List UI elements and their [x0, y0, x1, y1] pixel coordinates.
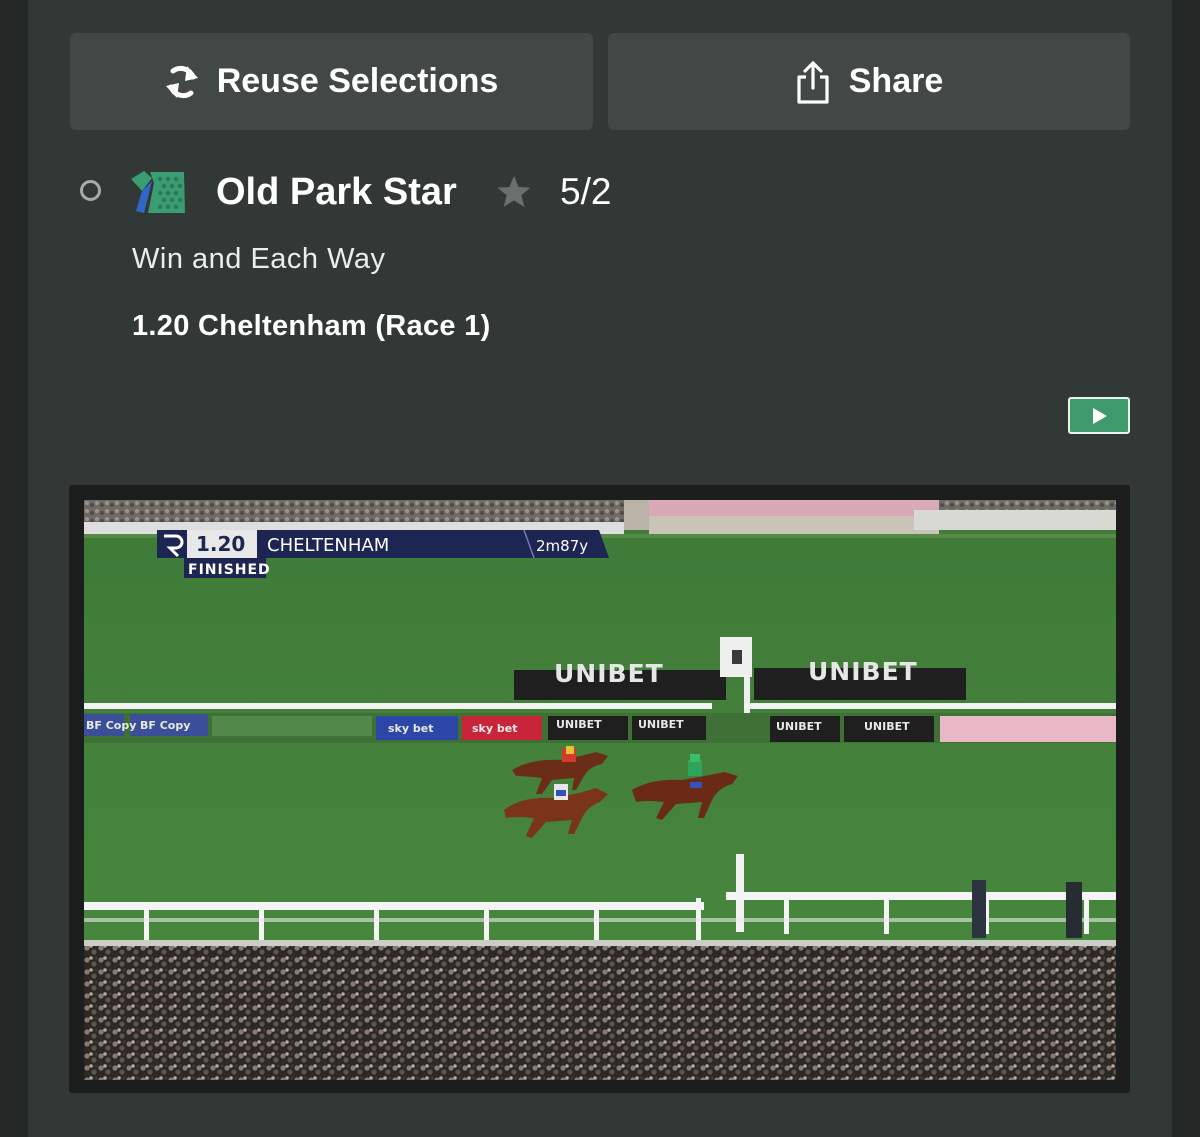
sponsor-board-text: UNIBET [808, 657, 918, 686]
svg-text:UNIBET: UNIBET [638, 718, 684, 731]
reuse-selections-label: Reuse Selections [216, 62, 499, 100]
left-gutter [0, 0, 28, 1137]
play-replay-button[interactable] [1068, 397, 1130, 434]
bet-type: Win and Each Way [132, 243, 386, 275]
race-name: 1.20 Cheltenham (Race 1) [132, 310, 491, 342]
overlay-distance: 2m87y [536, 537, 588, 555]
svg-text:UNIBET: UNIBET [776, 720, 822, 733]
reuse-selections-button[interactable]: Reuse Selections [70, 33, 593, 130]
play-icon [1093, 407, 1107, 424]
runner-name: Old Park Star [216, 171, 457, 213]
share-button[interactable]: Share [608, 33, 1130, 130]
jockey-silks-icon [131, 171, 185, 213]
race-replay-video[interactable]: 1.20 CHELTENHAM 2m87y FINISHED UNIBET UN… [84, 500, 1116, 1080]
overlay-race-time: 1.20 [196, 532, 245, 556]
selection-radio[interactable] [80, 180, 101, 201]
refresh-icon [165, 62, 199, 102]
svg-text:sky bet: sky bet [472, 722, 517, 735]
right-gutter [1172, 0, 1200, 1137]
svg-text:UNIBET: UNIBET [864, 720, 910, 733]
overlay-course: CHELTENHAM [267, 535, 389, 556]
svg-text:UNIBET: UNIBET [556, 718, 602, 731]
overlay-status: FINISHED [188, 562, 271, 578]
sponsor-board-text: UNIBET [554, 659, 664, 688]
share-icon [795, 60, 831, 104]
near-crowd [84, 946, 1116, 1080]
star-icon[interactable] [496, 174, 532, 210]
far-crowd [84, 500, 624, 522]
svg-text:BF Copy: BF Copy [86, 719, 136, 732]
inner-rail [84, 703, 712, 709]
selection-odds: 5/2 [560, 171, 612, 212]
svg-text:sky bet: sky bet [388, 722, 433, 735]
share-label: Share [848, 62, 944, 100]
svg-text:BF Copy: BF Copy [140, 719, 190, 732]
